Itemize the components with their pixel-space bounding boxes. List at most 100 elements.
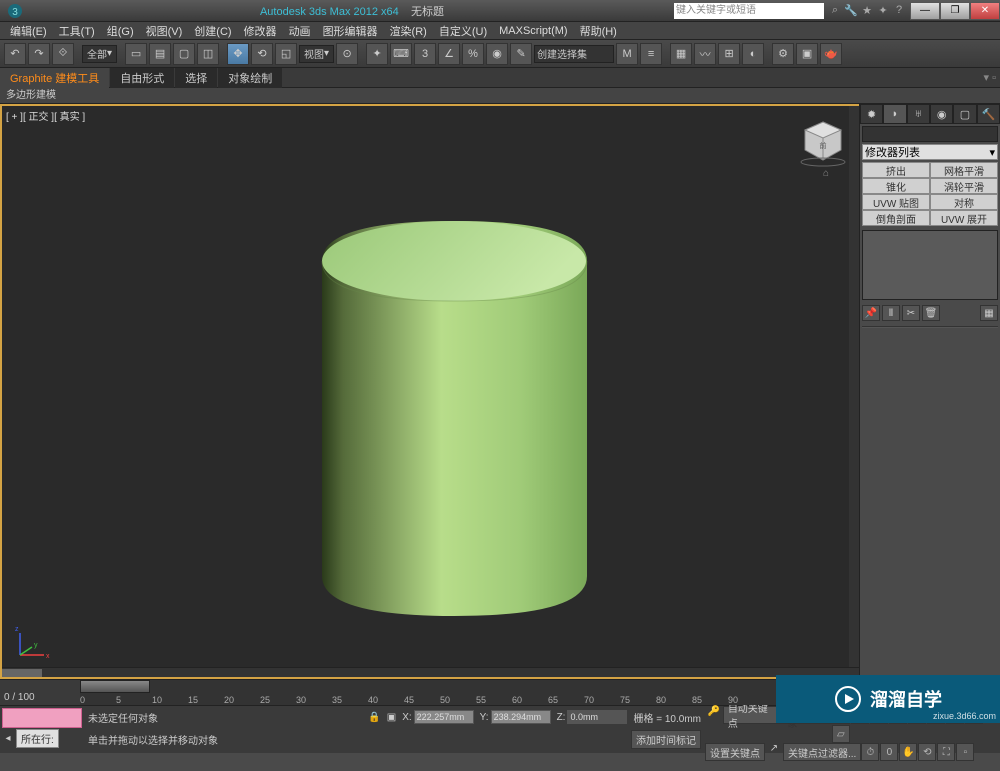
- isolate-icon[interactable]: ▣: [387, 712, 396, 723]
- frame-input[interactable]: 0: [880, 743, 898, 761]
- scale-icon[interactable]: ◱: [275, 43, 297, 65]
- viewport-label[interactable]: [ + ][ 正交 ][ 真实 ]: [6, 108, 85, 123]
- orbit-icon[interactable]: ⟲: [918, 743, 936, 761]
- time-config-icon[interactable]: ⏱: [861, 743, 879, 761]
- viewport-vscroll[interactable]: [849, 106, 859, 667]
- modifier-list-dropdown[interactable]: 修改器列表▾: [862, 144, 998, 160]
- material-editor-icon[interactable]: ◐: [742, 43, 764, 65]
- rotate-icon[interactable]: ⟲: [251, 43, 273, 65]
- keyfilter-button[interactable]: 关键点过滤器...: [783, 743, 861, 761]
- modifier-stack[interactable]: [862, 230, 998, 300]
- viewcube-home-icon[interactable]: ⌂: [823, 168, 837, 178]
- select-by-name-icon[interactable]: ▤: [149, 43, 171, 65]
- ribbon-tab-paint[interactable]: 对象绘制: [218, 68, 282, 88]
- menu-customize[interactable]: 自定义(U): [433, 23, 493, 39]
- render-frame-icon[interactable]: ▣: [796, 43, 818, 65]
- configure-sets-icon[interactable]: ▦: [980, 305, 998, 321]
- align-icon[interactable]: ≡: [640, 43, 662, 65]
- object-name-input[interactable]: [862, 126, 998, 142]
- pivot-icon[interactable]: ⊙: [336, 43, 358, 65]
- mod-uvwunwrap[interactable]: UVW 展开: [930, 210, 998, 226]
- key-mode-icon[interactable]: ↗: [765, 743, 783, 761]
- infocenter-icon[interactable]: ⌕: [828, 4, 842, 18]
- select-region-icon[interactable]: ▢: [173, 43, 195, 65]
- selection-filter-dropdown[interactable]: 全部 ▾: [82, 45, 117, 63]
- ribbon-expand-icon[interactable]: ▾ ▫: [980, 71, 1000, 84]
- fov-icon[interactable]: ▱: [832, 725, 850, 743]
- utilities-tab-icon[interactable]: 🔨: [977, 104, 1000, 124]
- menu-edit[interactable]: 编辑(E): [4, 23, 53, 39]
- mirror-icon[interactable]: М: [616, 43, 638, 65]
- viewport-hscroll[interactable]: [2, 667, 859, 677]
- setkey-button[interactable]: 设置关键点: [705, 743, 765, 761]
- row-label[interactable]: 所在行:: [16, 729, 59, 748]
- app-logo-icon[interactable]: 3: [4, 3, 26, 19]
- coord-x-input[interactable]: [414, 710, 474, 724]
- ref-coord-dropdown[interactable]: 视图 ▾: [299, 45, 334, 63]
- key-icon[interactable]: 🔑: [705, 706, 723, 743]
- modify-tab-icon[interactable]: ◗: [883, 104, 906, 124]
- key-icon[interactable]: 🔧: [844, 4, 858, 18]
- star-icon[interactable]: ★: [860, 4, 874, 18]
- menu-help[interactable]: 帮助(H): [574, 23, 623, 39]
- percent-snap-icon[interactable]: %: [462, 43, 484, 65]
- mod-uvwmap[interactable]: UVW 贴图: [862, 194, 930, 210]
- pin-stack-icon[interactable]: 📌: [862, 305, 880, 321]
- help-search-input[interactable]: 键入关键字或短语: [674, 3, 824, 19]
- viewport-object-cylinder[interactable]: [312, 206, 597, 626]
- add-timemark-button[interactable]: 添加时间标记: [631, 730, 701, 749]
- spinner-snap-icon[interactable]: ◉: [486, 43, 508, 65]
- mod-turbosmooth[interactable]: 涡轮平滑: [930, 178, 998, 194]
- keyboard-shortcut-icon[interactable]: ⌨: [390, 43, 412, 65]
- move-icon[interactable]: ✥: [227, 43, 249, 65]
- menu-group[interactable]: 组(G): [101, 23, 140, 39]
- create-tab-icon[interactable]: ✹: [860, 104, 883, 124]
- menu-create[interactable]: 创建(C): [188, 23, 237, 39]
- layers-icon[interactable]: ▦: [670, 43, 692, 65]
- menu-animation[interactable]: 动画: [283, 23, 317, 39]
- ribbon-tab-selection[interactable]: 选择: [175, 68, 217, 88]
- undo-icon[interactable]: ↶: [4, 43, 26, 65]
- mod-meshsmooth[interactable]: 网格平滑: [930, 162, 998, 178]
- viewport[interactable]: [ + ][ 正交 ][ 真实 ] 前 ⌂: [0, 104, 859, 679]
- coord-y-input[interactable]: [491, 710, 551, 724]
- mod-extrude[interactable]: 挤出: [862, 162, 930, 178]
- motion-tab-icon[interactable]: ◉: [930, 104, 953, 124]
- minimize-button[interactable]: —: [910, 2, 940, 20]
- menu-views[interactable]: 视图(V): [140, 23, 189, 39]
- min-viewport-icon[interactable]: ▫: [956, 743, 974, 761]
- viewcube[interactable]: 前: [797, 116, 849, 168]
- redo-icon[interactable]: ↷: [28, 43, 50, 65]
- maximize-button[interactable]: ❐: [940, 2, 970, 20]
- render-icon[interactable]: 🫖: [820, 43, 842, 65]
- render-setup-icon[interactable]: ⚙: [772, 43, 794, 65]
- angle-snap-icon[interactable]: ∠: [438, 43, 460, 65]
- show-end-icon[interactable]: Ⅱ: [882, 305, 900, 321]
- schematic-icon[interactable]: ⊞: [718, 43, 740, 65]
- menu-maxscript[interactable]: MAXScript(M): [493, 25, 573, 37]
- select-icon[interactable]: ▭: [125, 43, 147, 65]
- menu-modifiers[interactable]: 修改器: [238, 23, 283, 39]
- mod-symmetry[interactable]: 对称: [930, 194, 998, 210]
- curve-editor-icon[interactable]: 〰: [694, 43, 716, 65]
- snap-toggle-icon[interactable]: 3: [414, 43, 436, 65]
- close-button[interactable]: ✕: [970, 2, 1000, 20]
- mod-bevelprofile[interactable]: 倒角剖面: [862, 210, 930, 226]
- menu-tools[interactable]: 工具(T): [53, 23, 101, 39]
- help-icon[interactable]: ?: [892, 4, 906, 18]
- lock-icon[interactable]: 🔒: [368, 712, 380, 723]
- edit-named-sel-icon[interactable]: ✎: [510, 43, 532, 65]
- hierarchy-tab-icon[interactable]: ♅: [907, 104, 930, 124]
- autokey-button[interactable]: 自动关键点: [723, 706, 782, 724]
- subribbon[interactable]: 多边形建模: [0, 88, 1000, 104]
- manipulate-icon[interactable]: ✦: [366, 43, 388, 65]
- timeline-colorbox[interactable]: [2, 708, 82, 728]
- coord-z-input[interactable]: [567, 710, 627, 724]
- make-unique-icon[interactable]: ✂: [902, 305, 920, 321]
- link-icon[interactable]: ⟐: [52, 43, 74, 65]
- ribbon-tab-graphite[interactable]: Graphite 建模工具: [0, 68, 109, 88]
- window-crossing-icon[interactable]: ◫: [197, 43, 219, 65]
- menu-grapheditors[interactable]: 图形编辑器: [317, 23, 384, 39]
- exchange-icon[interactable]: ✦: [876, 4, 890, 18]
- named-selection-input[interactable]: 创建选择集: [534, 45, 614, 63]
